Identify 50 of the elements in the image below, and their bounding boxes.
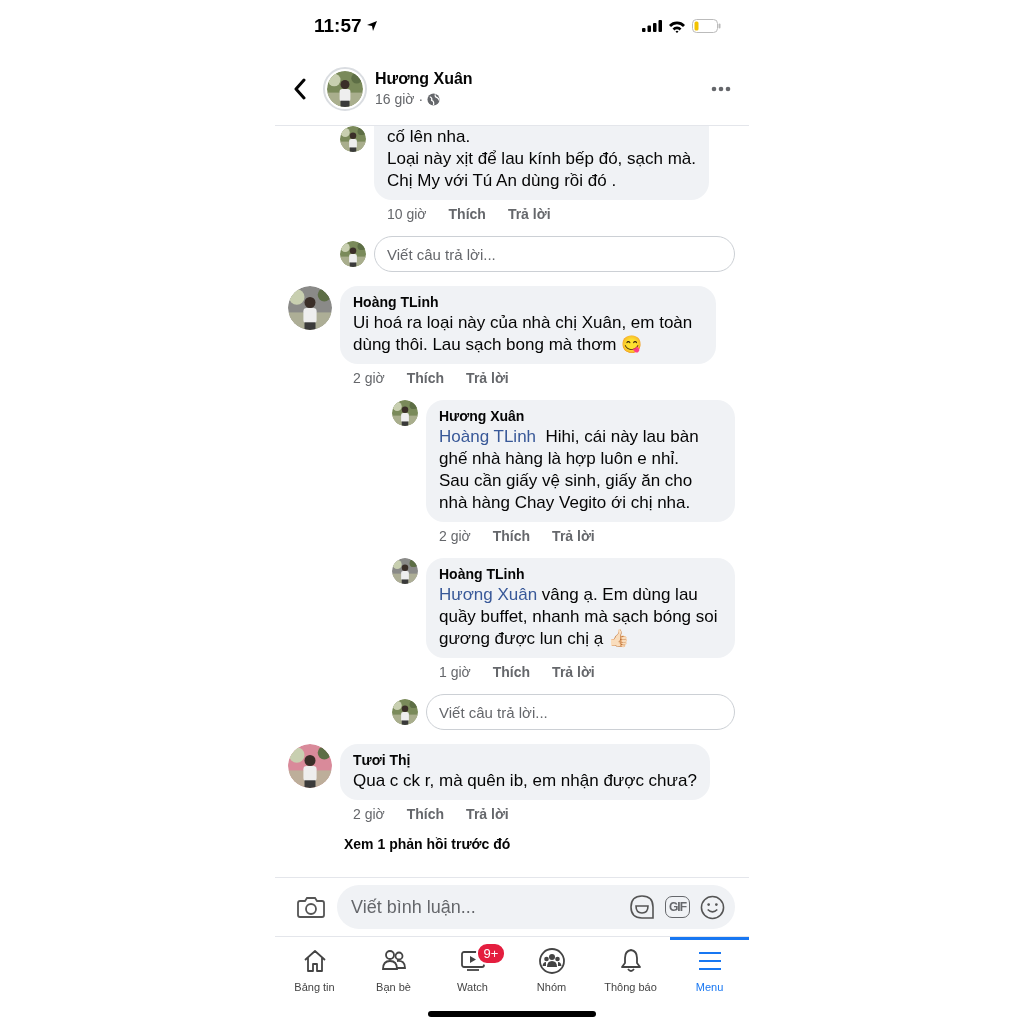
like-link[interactable]: Thích	[492, 528, 531, 544]
tab[interactable]: Bảng tin	[275, 937, 354, 999]
camera-icon[interactable]	[297, 895, 325, 919]
like-link[interactable]: Thích	[492, 664, 531, 680]
comment-field[interactable]: Viết bình luận... GIF	[337, 885, 735, 929]
comment-time: 2 giờ	[353, 806, 385, 822]
post-time: 16 giờ ·	[375, 91, 424, 107]
reply-link[interactable]: Trả lời	[466, 370, 509, 386]
reply-link[interactable]: Trả lời	[552, 528, 595, 544]
like-link[interactable]: Thích	[406, 806, 445, 822]
commenter-name[interactable]: Hương Xuân	[439, 408, 722, 424]
more-options-button[interactable]	[711, 85, 731, 92]
comment-time: 1 giờ	[439, 664, 471, 680]
back-button[interactable]	[293, 77, 307, 100]
comment-text: cố lên nha. Loại này xịt để lau kính bếp đó, sạch mà. Chị My với Tú An dùng rồi đó .	[387, 126, 697, 192]
signal-icon	[642, 20, 662, 32]
battery-icon	[692, 19, 721, 33]
status-time: 11:57	[314, 15, 362, 37]
sticker-icon[interactable]	[629, 894, 655, 920]
tab[interactable]: Nhóm	[512, 937, 591, 999]
comment-text: Hoàng TLinh Hihi, cái này lau bàn ghế nhà hàng là hợp luôn e nhỉ. Sau cần giấy vệ sinh, giấy ăn cho nhà hàng Chay Vegito ới chị nha.	[439, 426, 700, 514]
commenter-name[interactable]: Hoàng TLinh	[439, 566, 722, 582]
wifi-icon	[668, 19, 686, 33]
reply-link[interactable]: Trả lời	[466, 806, 509, 822]
like-link[interactable]: Thích	[448, 206, 486, 222]
globe-icon	[427, 92, 441, 106]
comment-time: 2 giờ	[439, 528, 471, 544]
comment-time: 10 giờ	[387, 206, 427, 222]
view-previous-replies-link[interactable]: Xem 1 phản hồi trước đó	[288, 836, 735, 852]
commenter-name[interactable]: Tươi Thị	[353, 752, 697, 768]
group-icon	[537, 947, 566, 975]
emoji-icon[interactable]	[700, 894, 725, 920]
comment-text: Hương Xuân vâng ạ. Em dùng lau quầy buffet, nhanh mà sạch bóng soi gương được lun chị ạ 👍🏻	[439, 584, 719, 650]
commenter-name[interactable]: Hoàng TLinh	[353, 294, 703, 310]
mention-link[interactable]: Hoàng TLinh	[439, 427, 537, 446]
mention-link[interactable]: Hương Xuân	[439, 585, 538, 604]
comment-time: 2 giờ	[353, 370, 385, 386]
notification-badge: 9+	[475, 942, 507, 965]
gif-button[interactable]: GIF	[665, 896, 690, 918]
location-arrow-icon	[365, 20, 378, 32]
tab[interactable]: Thông báo	[591, 937, 670, 999]
reply-link[interactable]: Trả lời	[552, 664, 595, 680]
comment-text: Qua c ck r, mà quên ib, em nhận được chưa?	[353, 770, 697, 792]
reply-link[interactable]: Trả lời	[507, 206, 551, 222]
tab[interactable]: Menu	[670, 937, 749, 999]
tab[interactable]: Bạn bè	[354, 937, 433, 999]
author-name[interactable]: Hương Xuân	[375, 70, 711, 88]
like-link[interactable]: Thích	[406, 370, 445, 386]
comment-text: Ui hoá ra loại này của nhà chị Xuân, em toàn dùng thôi. Lau sạch bong mà thơm 😋	[353, 312, 694, 356]
tab[interactable]: Watch 9+	[433, 937, 512, 999]
